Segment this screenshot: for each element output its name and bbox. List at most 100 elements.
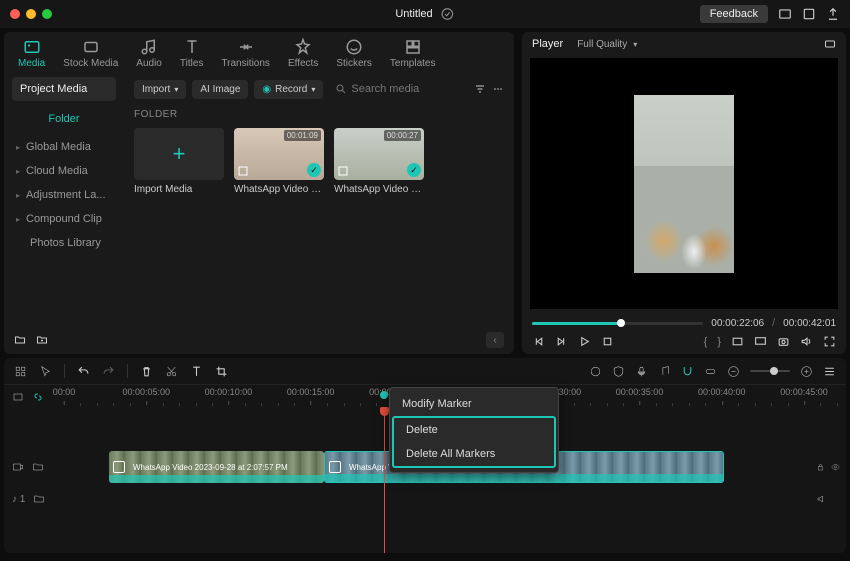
lock-track-icon[interactable] [816,461,825,473]
ruler-tick: 00:00:40:00 [698,387,746,397]
import-media-tile[interactable]: + Import Media [134,128,224,195]
fullscreen-icon[interactable] [823,335,836,348]
project-title: Untitled [395,8,432,20]
link-icon[interactable] [704,365,717,378]
sidebar-compound-clip[interactable]: ▸Compound Clip [12,207,116,231]
grid-icon[interactable] [14,365,27,378]
zoom-slider[interactable] [750,370,790,372]
folder-track-icon[interactable] [32,461,44,473]
list-icon[interactable] [823,365,836,378]
sidebar-adjustment-layer[interactable]: ▸Adjustment La... [12,183,116,207]
export-icon[interactable] [826,7,840,21]
timeline-toolbar [4,358,846,385]
sidebar-photos-library[interactable]: Photos Library [12,231,116,255]
marker-icon[interactable] [589,365,602,378]
zoom-in-icon[interactable] [800,365,813,378]
chevron-right-icon: ▸ [16,215,20,224]
media-panel-footer: ‹ [4,326,514,354]
sidebar-cloud-media[interactable]: ▸Cloud Media [12,159,116,183]
media-grid: + Import Media 00:01:09 ✓ WhatsApp Video… [134,128,504,195]
redo-icon[interactable] [102,365,115,378]
cut-icon[interactable] [165,365,178,378]
new-folder-icon[interactable] [36,334,48,346]
mark-in-icon[interactable]: { [704,336,708,348]
play-icon[interactable] [578,335,591,348]
magnet-icon[interactable] [681,365,694,378]
mic-icon[interactable] [635,365,648,378]
marker[interactable] [380,391,388,399]
ruler-tick: 00:00 [53,387,76,397]
text-icon[interactable] [190,365,203,378]
more-icon[interactable] [492,83,504,95]
ruler-tick: 00:00:05:00 [122,387,170,397]
music-icon[interactable] [658,365,671,378]
filter-icon[interactable] [474,83,486,95]
ctx-modify-marker[interactable]: Modify Marker [390,392,558,416]
ratio-icon[interactable] [731,335,744,348]
snapshot-icon[interactable] [824,38,836,50]
timeline-clip-1[interactable]: WhatsApp Video 2023-09-28 at 2:07:57 PM [109,451,324,483]
sidebar-folder[interactable]: Folder [12,107,116,131]
search-input[interactable]: Search media [329,79,468,99]
zoom-out-icon[interactable] [727,365,740,378]
tab-effects[interactable]: Effects [288,38,318,69]
media-clip-2[interactable]: 00:00:27 ✓ WhatsApp Video 202... [334,128,424,195]
audio-track-label: ♪ 1 [12,494,25,505]
prev-frame-icon[interactable] [532,335,545,348]
layout-icon[interactable] [778,7,792,21]
shield-icon[interactable] [612,365,625,378]
tab-audio[interactable]: Audio [136,38,162,69]
video-frame [634,95,734,273]
next-frame-icon[interactable] [555,335,568,348]
save-icon[interactable] [802,7,816,21]
project-media-button[interactable]: Project Media [12,77,116,101]
clip-check-icon [329,461,341,473]
close-window[interactable] [10,9,20,19]
folder-track-icon[interactable] [33,493,45,505]
tab-media[interactable]: Media [18,38,45,69]
undo-icon[interactable] [77,365,90,378]
playhead[interactable] [384,409,385,553]
timeline-panel: 00:0000:00:05:0000:00:10:0000:00:15:0000… [4,358,846,553]
tab-titles[interactable]: Titles [180,38,204,69]
maximize-window[interactable] [42,9,52,19]
tab-stock-media[interactable]: Stock Media [63,38,118,69]
mark-out-icon[interactable]: } [717,336,721,348]
category-tabs: Media Stock Media Audio Titles Transitio… [4,32,514,73]
folder-icon[interactable] [14,334,26,346]
player-controls: 00:00:22:06 / 00:00:42:01 { } [522,311,846,354]
ctx-delete[interactable]: Delete [394,418,554,442]
tab-templates[interactable]: Templates [390,38,436,69]
volume-icon[interactable] [800,335,813,348]
select-icon[interactable] [39,365,52,378]
player-viewport[interactable] [530,58,838,309]
ai-image-button[interactable]: AI Image [192,80,248,99]
feedback-button[interactable]: Feedback [700,5,768,23]
delete-icon[interactable] [140,365,153,378]
camera-icon[interactable] [777,335,790,348]
clip-icon[interactable] [12,391,24,403]
collapse-sidebar-button[interactable]: ‹ [486,332,504,348]
minimize-window[interactable] [26,9,36,19]
media-clip-1[interactable]: 00:01:09 ✓ WhatsApp Video 202... [234,128,324,195]
display-icon[interactable] [754,335,767,348]
stop-icon[interactable] [601,335,614,348]
eye-icon[interactable] [831,461,840,473]
link-track-icon[interactable] [32,391,44,403]
tab-transitions[interactable]: Transitions [221,38,270,69]
sidebar-global-media[interactable]: ▸Global Media [12,135,116,159]
crop-icon[interactable] [215,365,228,378]
window-controls [10,9,52,19]
ruler-tick: 00:00:35:00 [616,387,664,397]
check-icon: ✓ [407,163,421,177]
chevron-right-icon: ▸ [16,143,20,152]
tab-stickers[interactable]: Stickers [336,38,372,69]
quality-dropdown[interactable]: Full Quality▾ [577,39,637,50]
check-icon: ✓ [307,163,321,177]
video-track-icon[interactable] [12,461,24,473]
import-button[interactable]: Import ▾ [134,80,186,99]
mute-icon[interactable] [816,493,828,505]
record-button[interactable]: ◉ Record ▾ [254,80,323,99]
seek-bar[interactable] [532,322,703,325]
ctx-delete-all[interactable]: Delete All Markers [394,442,554,466]
